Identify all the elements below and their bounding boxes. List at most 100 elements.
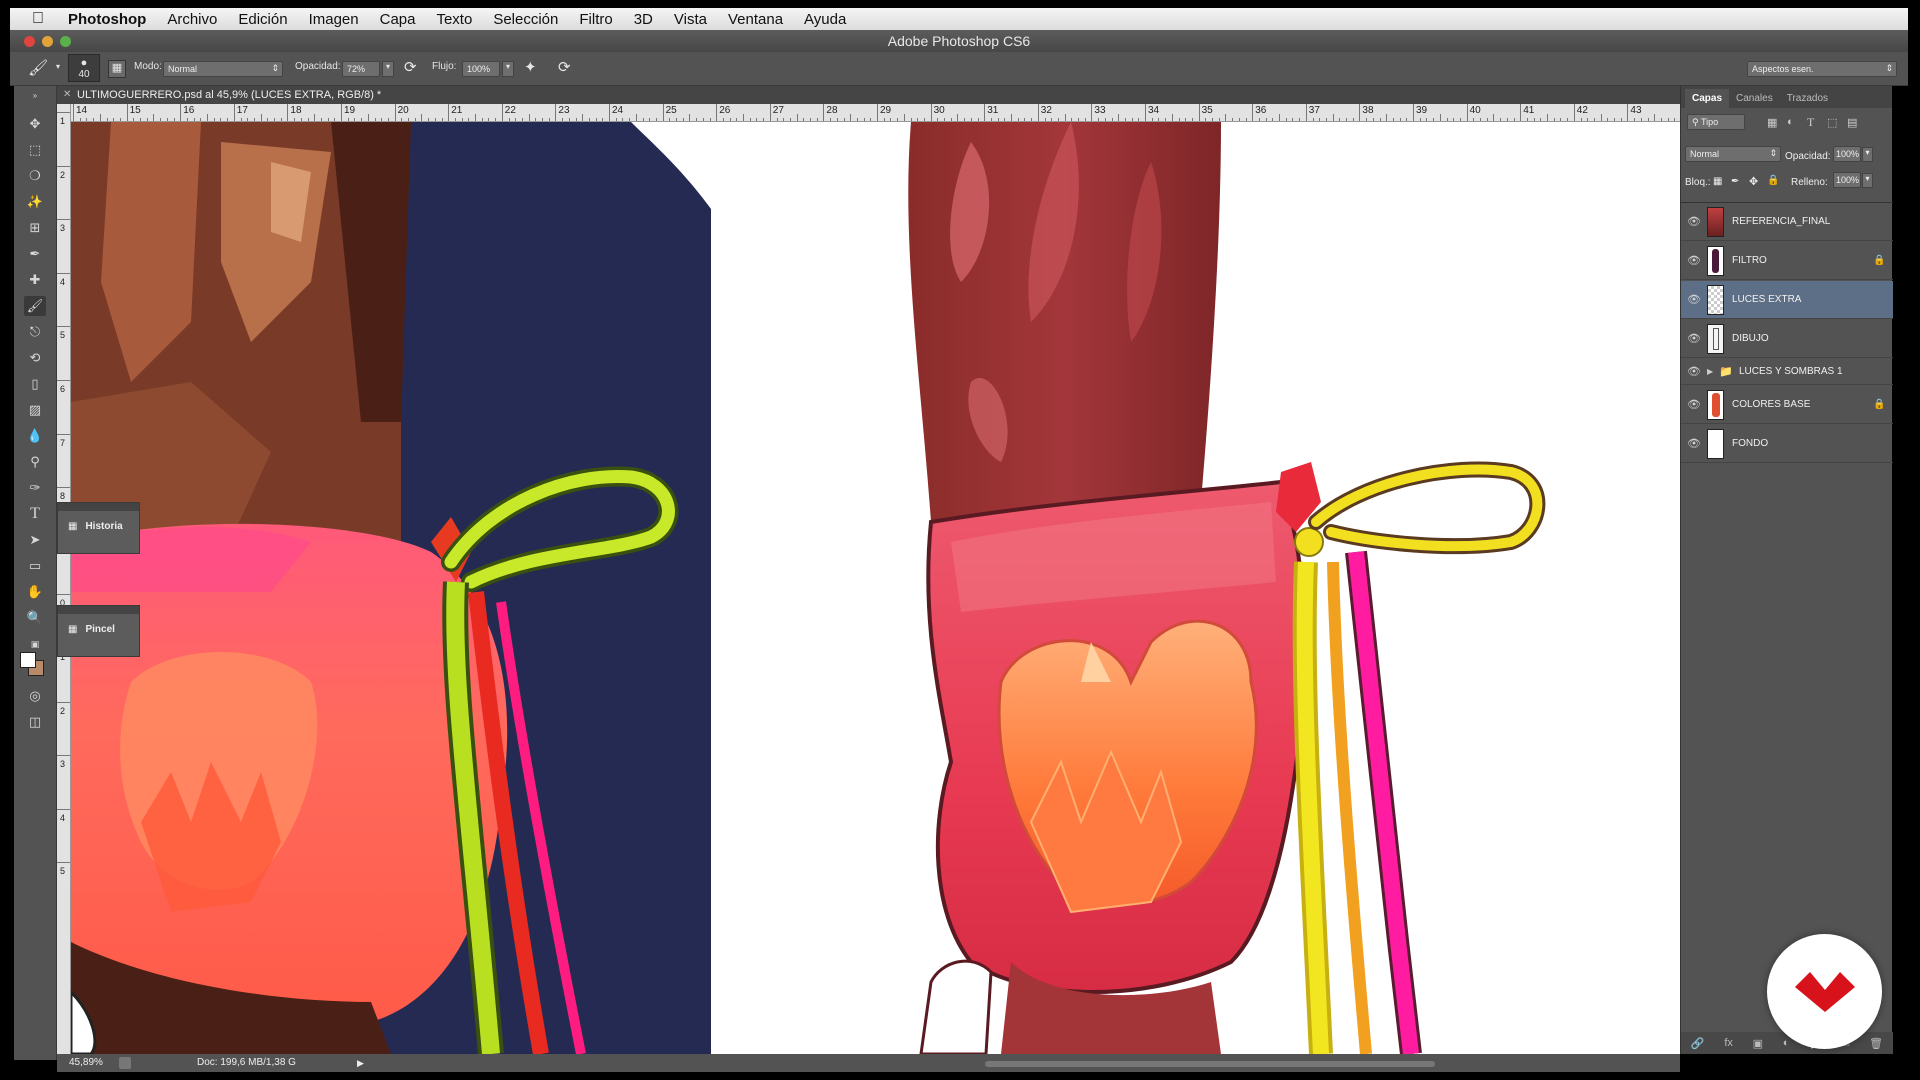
ruler-horizontal[interactable]: 14 15 16 17 18 19 20 21 22 23 24 25 26 27 28 29 30 31 32 33… [71, 104, 1680, 122]
opacity-dropdown-icon[interactable]: ▾ [382, 61, 394, 77]
menu-edicion[interactable]: Edición [238, 11, 287, 28]
delete-layer-icon[interactable]: 🗑 [1869, 1037, 1883, 1050]
zoom-tool-icon[interactable]: 🔍 [24, 608, 46, 628]
layer-row[interactable]: 👁 REFERENCIA_FINAL [1681, 203, 1893, 241]
foreground-color-swatch[interactable] [20, 652, 36, 668]
visibility-eye-icon[interactable]: 👁 [1681, 437, 1707, 450]
visibility-eye-icon[interactable]: 👁 [1681, 254, 1707, 267]
filter-pixel-icon[interactable]: ▦ [1767, 116, 1777, 129]
menu-3d[interactable]: 3D [634, 11, 653, 28]
document-canvas[interactable] [71, 122, 1680, 1054]
flow-dropdown-icon[interactable]: ▾ [502, 61, 514, 77]
type-tool-icon[interactable]: T [24, 504, 46, 524]
move-tool-icon[interactable]: ✥ [24, 114, 46, 134]
layer-row-selected[interactable]: 👁 LUCES EXTRA [1681, 281, 1893, 319]
flow-input[interactable]: 100% [462, 61, 500, 77]
brush-size-picker[interactable]: ● 40 [68, 54, 100, 82]
menu-imagen[interactable]: Imagen [309, 11, 359, 28]
horizontal-scrollbar[interactable] [985, 1061, 1435, 1067]
menu-ventana[interactable]: Ventana [728, 11, 783, 28]
gradient-tool-icon[interactable]: ▨ [24, 400, 46, 420]
close-document-icon[interactable]: ✕ [63, 86, 71, 104]
document-tab[interactable]: ✕ ULTIMOGUERRERO.psd al 45,9% (LUCES EXT… [57, 86, 1680, 104]
brush-panel-toggle-icon[interactable]: ▦ [108, 60, 126, 78]
lock-all-icon[interactable]: 🔒 [1767, 175, 1779, 186]
zoom-level[interactable]: 45,89% [69, 1054, 103, 1072]
layer-row[interactable]: 👁 FONDO [1681, 425, 1893, 463]
hand-tool-icon[interactable]: ✋ [24, 582, 46, 602]
layer-filter-select[interactable]: ⚲ Tipo [1687, 114, 1745, 130]
menu-ayuda[interactable]: Ayuda [804, 11, 846, 28]
pen-tool-icon[interactable]: ✑ [24, 478, 46, 498]
expand-arrow-icon[interactable]: ▶ [1707, 367, 1719, 376]
ruler-vertical[interactable]: 123456789012345 [57, 104, 71, 1054]
dodge-tool-icon[interactable]: ⚲ [24, 452, 46, 472]
eyedropper-tool-icon[interactable]: ✒ [24, 244, 46, 264]
apple-icon[interactable]:  [32, 10, 50, 28]
lock-transparent-icon[interactable]: ▦ [1713, 176, 1722, 187]
layer-opacity-input[interactable]: 100% [1833, 146, 1861, 162]
add-mask-icon[interactable]: ▣ [1753, 1037, 1763, 1050]
link-layers-icon[interactable]: 🔗 [1691, 1037, 1705, 1050]
layer-row[interactable]: 👁 FILTRO 🔒 [1681, 242, 1893, 280]
visibility-eye-icon[interactable]: 👁 [1681, 293, 1707, 306]
layer-row[interactable]: 👁 DIBUJO [1681, 320, 1893, 358]
pressure-size-icon[interactable]: ⟳ [558, 58, 571, 76]
collapse-panel-icon[interactable]: » [24, 90, 46, 100]
default-colors-icon[interactable]: ▣ [24, 634, 46, 654]
layer-row[interactable]: 👁 COLORES BASE 🔒 [1681, 386, 1893, 424]
menu-filtro[interactable]: Filtro [579, 11, 612, 28]
fill-input[interactable]: 100% [1833, 172, 1861, 188]
status-options-icon[interactable] [119, 1057, 131, 1069]
blur-tool-icon[interactable]: 💧 [24, 426, 46, 446]
adjustment-layer-icon[interactable]: ◐ [1783, 1037, 1790, 1049]
pincel-panel-header[interactable] [58, 606, 139, 614]
fill-dropdown-icon[interactable]: ▾ [1862, 173, 1873, 188]
visibility-eye-icon[interactable]: 👁 [1681, 398, 1707, 411]
menu-vista[interactable]: Vista [674, 11, 707, 28]
brush-tool-icon[interactable]: 🖌 [24, 296, 46, 316]
preset-dropdown-icon[interactable]: ▾ [56, 62, 60, 71]
layer-opacity-dropdown-icon[interactable]: ▾ [1862, 147, 1873, 162]
marquee-tool-icon[interactable]: ⬚ [24, 140, 46, 160]
opacity-input[interactable]: 72% [342, 61, 380, 77]
healing-brush-tool-icon[interactable]: ✚ [24, 270, 46, 290]
brush-tool-preset-icon[interactable]: 🖌 [28, 58, 48, 78]
quick-mask-icon[interactable]: ◎ [24, 686, 46, 706]
filter-smart-object-icon[interactable]: ▤ [1847, 116, 1857, 129]
historia-panel[interactable]: ▦ Historia [57, 502, 140, 554]
status-menu-arrow-icon[interactable]: ▶ [357, 1054, 364, 1072]
pincel-panel[interactable]: ▦ Pincel [57, 605, 140, 657]
lock-position-icon[interactable]: ✥ [1749, 175, 1758, 188]
quick-selection-tool-icon[interactable]: ✨ [24, 192, 46, 212]
clone-stamp-tool-icon[interactable]: ⎋ [24, 322, 46, 342]
tab-capas[interactable]: Capas [1685, 89, 1730, 108]
visibility-eye-icon[interactable]: 👁 [1681, 215, 1707, 228]
blend-mode-select[interactable]: Normal ⇕ [1685, 146, 1781, 162]
pressure-opacity-icon[interactable]: ⟳ [404, 58, 417, 76]
path-selection-tool-icon[interactable]: ➤ [24, 530, 46, 550]
menu-seleccion[interactable]: Selección [493, 11, 558, 28]
airbrush-icon[interactable]: ✦ [524, 58, 537, 76]
workspace-select[interactable]: Aspectos esen. ⇕ [1747, 61, 1897, 77]
close-window-button[interactable] [24, 36, 35, 47]
doc-size[interactable]: Doc: 199,6 MB/1,38 G [197, 1054, 296, 1072]
mode-select[interactable]: Normal ⇕ [163, 61, 283, 77]
rectangle-tool-icon[interactable]: ▭ [24, 556, 46, 576]
tab-canales[interactable]: Canales [1729, 89, 1780, 108]
visibility-eye-icon[interactable]: 👁 [1681, 365, 1707, 378]
zoom-window-button[interactable] [60, 36, 71, 47]
menu-archivo[interactable]: Archivo [167, 11, 217, 28]
menu-texto[interactable]: Texto [436, 11, 472, 28]
tab-trazados[interactable]: Trazados [1780, 89, 1835, 108]
layer-group-row[interactable]: 👁 ▶ 📁 LUCES Y SOMBRAS 1 [1681, 359, 1893, 385]
lasso-tool-icon[interactable]: ❍ [24, 166, 46, 186]
menu-app-name[interactable]: Photoshop [68, 11, 146, 28]
layer-style-icon[interactable]: fx [1724, 1037, 1733, 1049]
crop-tool-icon[interactable]: ⊞ [24, 218, 46, 238]
lock-image-icon[interactable]: ✒ [1731, 176, 1739, 187]
menu-capa[interactable]: Capa [380, 11, 416, 28]
eraser-tool-icon[interactable]: ▯ [24, 374, 46, 394]
filter-adjustment-icon[interactable]: ◐ [1787, 116, 1794, 128]
screen-mode-icon[interactable]: ◫ [24, 712, 46, 732]
